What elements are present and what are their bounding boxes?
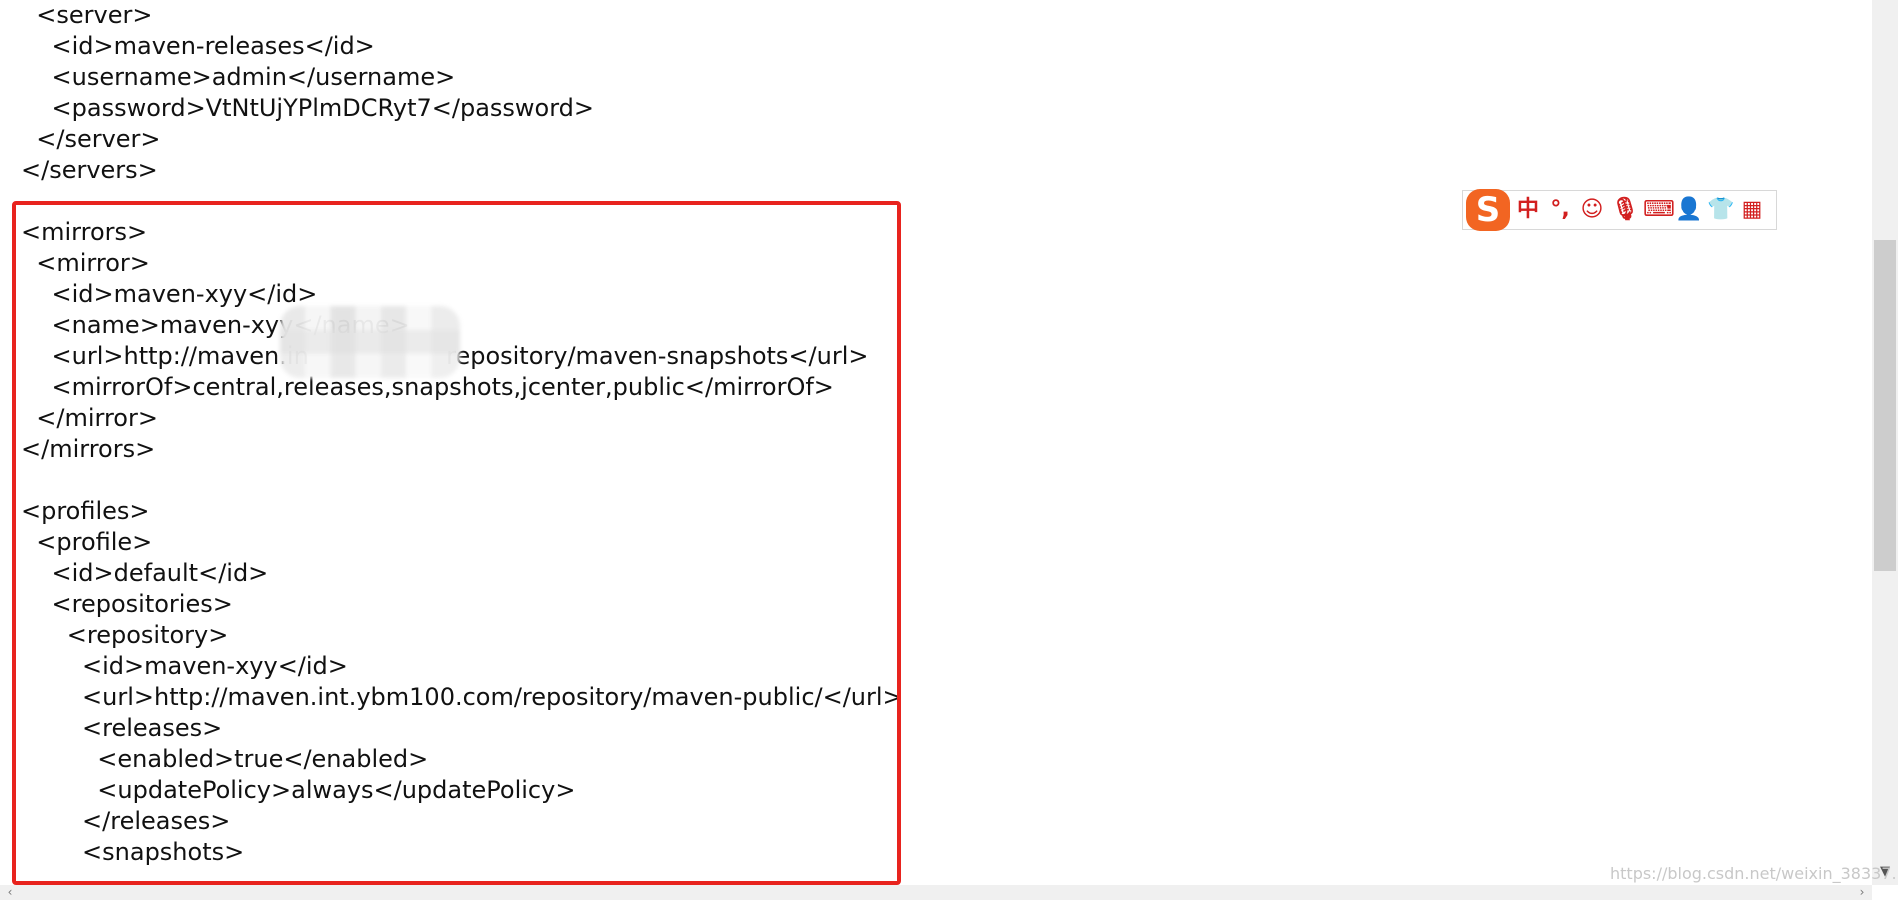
scroll-left-arrow-icon[interactable]: ‹ (0, 885, 20, 900)
punctuation-icon[interactable]: °, (1547, 197, 1573, 223)
code-line: <username>admin</username> (21, 63, 456, 91)
highlight-box (12, 201, 901, 885)
chinese-mode-icon[interactable]: 中 (1515, 197, 1541, 223)
code-line: </server> (21, 125, 161, 153)
skin-icon[interactable]: 👕 (1707, 197, 1734, 223)
text-editor[interactable]: <server> <id>maven-releases</id> <userna… (0, 0, 1872, 885)
ime-toolbar[interactable]: S 中 °, ☺ 🎙 ⌨ 👤 👕 ▦ (1462, 189, 1777, 231)
keyboard-icon[interactable]: ⌨ (1643, 197, 1675, 223)
toolbox-icon[interactable]: ▦ (1739, 197, 1765, 223)
scroll-right-arrow-icon[interactable]: › (1852, 885, 1872, 900)
code-line: <password>VtNtUjYPlmDCRyt7</password> (21, 94, 595, 122)
user-icon[interactable]: 👤 (1675, 197, 1702, 223)
emoji-icon[interactable]: ☺ (1579, 197, 1605, 223)
scrollbar-thumb[interactable] (1874, 240, 1896, 571)
sogou-logo-icon[interactable]: S (1466, 189, 1510, 231)
code-line: <server> (21, 1, 153, 29)
vertical-scrollbar[interactable]: ▼ (1872, 0, 1898, 885)
code-line: </servers> (21, 156, 158, 184)
horizontal-scrollbar[interactable]: ‹ › (0, 885, 1872, 900)
code-line: <id>maven-releases</id> (21, 32, 375, 60)
microphone-icon[interactable]: 🎙 (1611, 197, 1639, 223)
watermark: https://blog.csdn.net/weixin_38337... (1610, 864, 1898, 883)
